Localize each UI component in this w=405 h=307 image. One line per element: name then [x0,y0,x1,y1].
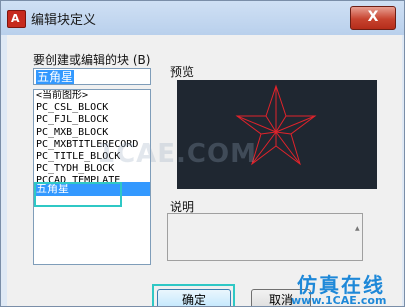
close-button[interactable]: X [350,6,396,30]
selection-highlight-box [34,182,122,207]
list-item[interactable]: PC_CSL_BLOCK [34,102,150,114]
block-preview [177,80,377,189]
star-ridge-line [236,115,277,133]
watermark-text: 1CAE.COM [97,139,257,169]
block-name-value: 五角星 [36,70,75,84]
block-list[interactable]: <当前图形> PC_CSL_BLOCK PC_FJL_BLOCK PC_MXB_… [33,89,151,265]
site-url-watermark: www.1CAE.com [291,294,387,307]
list-item[interactable]: <当前图形> [34,90,150,102]
preview-label: 预览 [170,65,195,79]
scroll-up-arrow-icon[interactable]: ▲ [355,225,361,232]
star-ridge-line [275,131,301,165]
star-ridge-line [275,115,316,133]
window-title: 编辑块定义 [31,13,97,28]
list-item[interactable]: PC_FJL_BLOCK [34,114,150,126]
ok-button[interactable]: 确定 [157,289,231,306]
block-name-label: 要创建或编辑的块 (B) [33,53,151,67]
title-bar[interactable]: A 编辑块定义 X [1,1,404,35]
autocad-app-icon: A [7,10,26,28]
star-preview-graphic [235,84,317,166]
block-name-input[interactable]: 五角星 [33,68,151,85]
star-valley-line [260,131,277,135]
list-item[interactable]: PC_MXB_BLOCK [34,127,150,139]
description-field[interactable] [167,213,363,261]
star-valley-line [275,131,292,135]
edit-block-definition-dialog: A 编辑块定义 X 要创建或编辑的块 (B) 五角星 <当前图形> PC_CSL… [0,0,405,307]
